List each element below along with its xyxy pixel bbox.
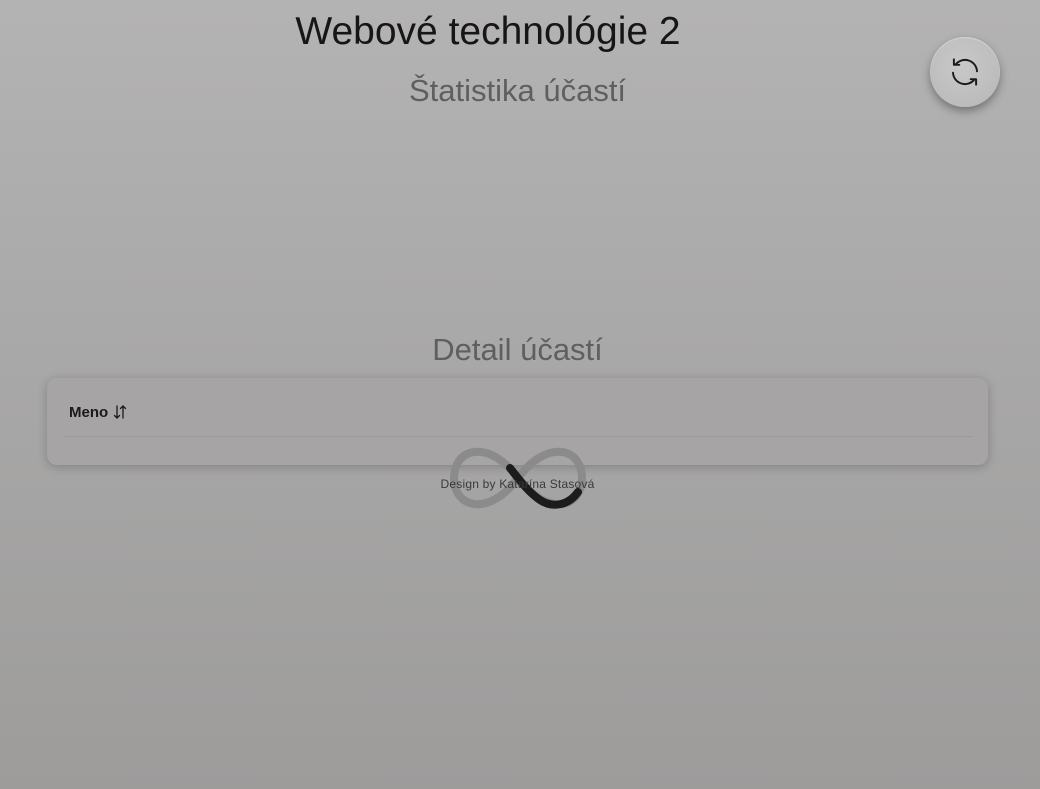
column-header-name[interactable]: Meno [69,403,128,421]
sort-icon [114,405,127,419]
column-header-label: Meno [69,403,109,421]
stats-chart-area [47,118,988,324]
page-title: Webové technológie 2 [295,10,681,53]
detail-section-title: Detail účastí [432,332,603,367]
footer-credit: Design by Katarína Stasová [440,477,595,491]
stats-section-title: Štatistika účastí [408,73,627,108]
table-divider [63,436,972,437]
